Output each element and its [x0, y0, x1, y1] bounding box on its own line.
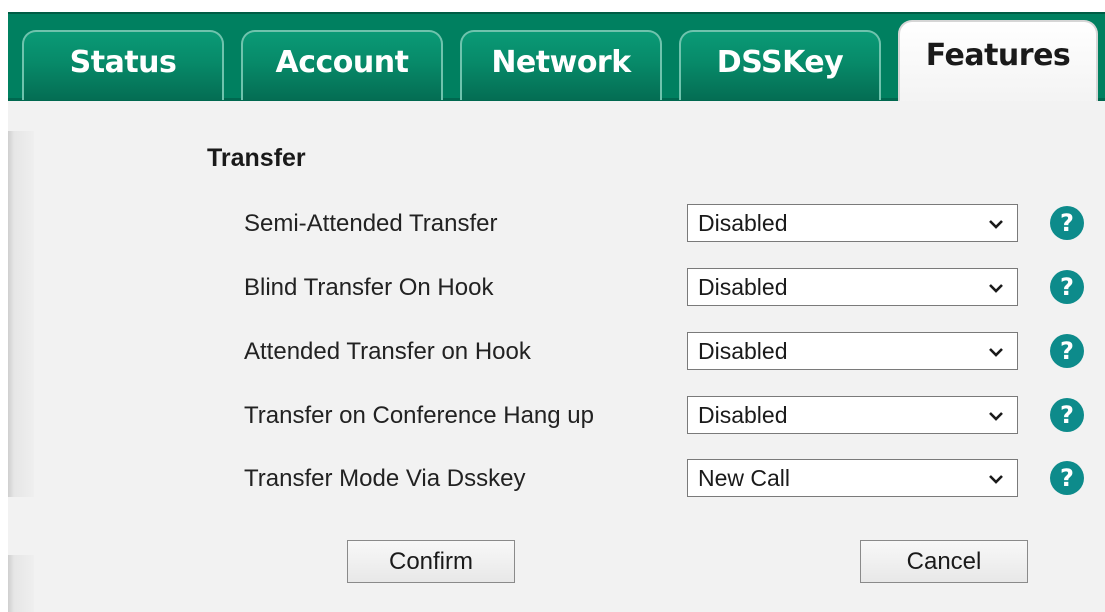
settings-page: Status Account Network DSSKey Features T… [0, 0, 1105, 612]
semi-attended-transfer-select[interactable]: Disabled [687, 204, 1018, 242]
select-value: Disabled [698, 402, 788, 428]
tab-account[interactable]: Account [241, 30, 443, 100]
select-value: Disabled [698, 210, 788, 236]
setting-label: Attended Transfer on Hook [244, 338, 531, 365]
transfer-mode-via-dsskey-select[interactable]: New Call [687, 459, 1018, 497]
chevron-down-icon [989, 220, 1003, 229]
select-value: Disabled [698, 274, 788, 300]
help-icon[interactable]: ? [1050, 398, 1084, 432]
help-icon[interactable]: ? [1050, 206, 1084, 240]
left-border-segment [8, 131, 34, 497]
chevron-down-icon [989, 412, 1003, 421]
section-title-transfer: Transfer [207, 144, 306, 172]
blind-transfer-on-hook-select[interactable]: Disabled [687, 268, 1018, 306]
chevron-down-icon [989, 284, 1003, 293]
setting-label: Transfer Mode Via Dsskey [244, 465, 526, 492]
setting-label: Blind Transfer On Hook [244, 274, 494, 301]
setting-row-attended-transfer-on-hook: Attended Transfer on Hook Disabled ? [8, 332, 1105, 370]
main-tab-bar: Status Account Network DSSKey Features [8, 12, 1105, 104]
confirm-button[interactable]: Confirm [347, 540, 515, 583]
help-icon[interactable]: ? [1050, 461, 1084, 495]
select-value: Disabled [698, 338, 788, 364]
transfer-on-conference-hang-up-select[interactable]: Disabled [687, 396, 1018, 434]
chevron-down-icon [989, 348, 1003, 357]
setting-row-semi-attended-transfer: Semi-Attended Transfer Disabled ? [8, 204, 1105, 242]
tab-status[interactable]: Status [22, 30, 224, 100]
attended-transfer-on-hook-select[interactable]: Disabled [687, 332, 1018, 370]
tab-network[interactable]: Network [460, 30, 662, 100]
setting-row-transfer-on-conference-hang-up: Transfer on Conference Hang up Disabled … [8, 396, 1105, 434]
features-panel: Transfer Semi-Attended Transfer Disabled… [8, 101, 1105, 612]
left-border-segment [8, 555, 34, 612]
setting-row-transfer-mode-via-dsskey: Transfer Mode Via Dsskey New Call ? [8, 459, 1105, 497]
chevron-down-icon [989, 475, 1003, 484]
cancel-button[interactable]: Cancel [860, 540, 1028, 583]
select-value: New Call [698, 465, 791, 491]
tab-dsskey[interactable]: DSSKey [679, 30, 881, 100]
help-icon[interactable]: ? [1050, 334, 1084, 368]
setting-label: Transfer on Conference Hang up [244, 402, 594, 429]
setting-row-blind-transfer-on-hook: Blind Transfer On Hook Disabled ? [8, 268, 1105, 306]
tab-features[interactable]: Features [898, 20, 1098, 104]
setting-label: Semi-Attended Transfer [244, 210, 498, 237]
help-icon[interactable]: ? [1050, 270, 1084, 304]
